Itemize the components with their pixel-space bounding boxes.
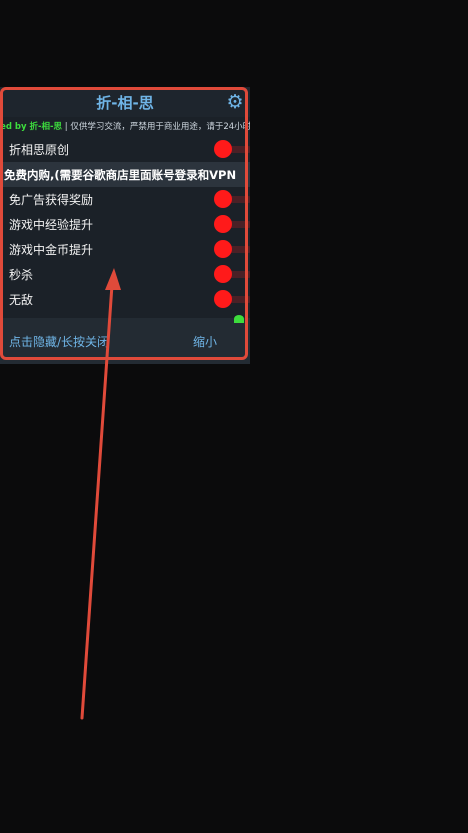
annotation-arrow: [80, 268, 121, 720]
